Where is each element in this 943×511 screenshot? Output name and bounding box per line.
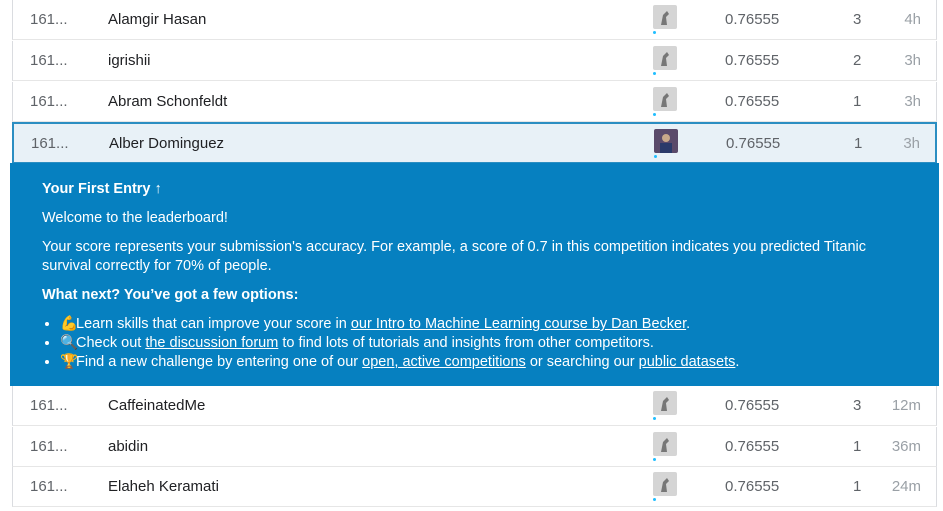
last-submission: 24m	[891, 478, 921, 495]
entries: 1	[853, 93, 862, 110]
score: 0.76555	[726, 135, 781, 152]
trophy-icon: 🏆	[60, 354, 79, 370]
team-avatar[interactable]	[653, 472, 677, 496]
score: 0.76555	[725, 478, 780, 495]
last-submission: 36m	[891, 438, 921, 455]
score: 0.76555	[725, 11, 780, 28]
last-submission: 3h	[904, 52, 921, 69]
options-list: 💪Learn skills that can improve your scor…	[42, 315, 907, 372]
rank: 161...	[30, 478, 68, 495]
option-learn: 💪Learn skills that can improve your scor…	[60, 315, 907, 334]
team-avatar[interactable]	[653, 391, 677, 415]
team-name[interactable]: Alamgir Hasan	[108, 11, 206, 28]
status-dot	[653, 72, 656, 75]
table-row[interactable]: 161... CaffeinatedMe 0.76555 3 12m	[12, 386, 937, 426]
score: 0.76555	[725, 397, 780, 414]
last-submission: 3h	[904, 93, 921, 110]
status-dot	[654, 155, 657, 158]
team-avatar[interactable]	[654, 129, 678, 153]
rank: 161...	[30, 438, 68, 455]
status-dot	[653, 31, 656, 34]
team-avatar[interactable]	[653, 5, 677, 29]
table-row[interactable]: 161... abidin 0.76555 1 36m	[12, 427, 937, 467]
rank: 161...	[30, 397, 68, 414]
forum-link[interactable]: the discussion forum	[145, 335, 278, 351]
status-dot	[653, 113, 656, 116]
entries: 3	[853, 11, 862, 28]
rank: 161...	[30, 52, 68, 69]
option-forum: 🔍Check out the discussion forum to find …	[60, 334, 907, 353]
score: 0.76555	[725, 438, 780, 455]
team-name[interactable]: abidin	[108, 438, 148, 455]
status-dot	[653, 458, 656, 461]
score: 0.76555	[725, 52, 780, 69]
team-name[interactable]: CaffeinatedMe	[108, 397, 205, 414]
entries: 3	[853, 397, 862, 414]
table-row[interactable]: 161... igrishii 0.76555 2 3h	[12, 41, 937, 81]
last-submission: 3h	[903, 135, 920, 152]
table-row[interactable]: 161... Abram Schonfeldt 0.76555 1 3h	[12, 82, 937, 122]
team-name[interactable]: Abram Schonfeldt	[108, 93, 227, 110]
magnifier-icon: 🔍	[60, 335, 79, 351]
team-name[interactable]: Alber Dominguez	[109, 135, 224, 152]
first-entry-panel: Your First Entry ↑ Welcome to the leader…	[10, 163, 939, 386]
rank: 161...	[30, 93, 68, 110]
last-submission: 4h	[904, 11, 921, 28]
option-challenge: 🏆Find a new challenge by entering one of…	[60, 353, 907, 372]
team-avatar[interactable]	[653, 46, 677, 70]
status-dot	[653, 498, 656, 501]
explain-text: Your score represents your submission's …	[42, 239, 867, 274]
entries: 1	[853, 438, 862, 455]
course-link[interactable]: our Intro to Machine Learning course by …	[351, 316, 686, 332]
team-avatar[interactable]	[653, 432, 677, 456]
arrow-up-icon: ↑	[154, 181, 162, 197]
table-row-current-user[interactable]: 161... Alber Dominguez 0.76555 1 3h	[12, 122, 937, 164]
team-avatar[interactable]	[653, 87, 677, 111]
competitions-link[interactable]: open, active competitions	[362, 354, 526, 370]
entries: 2	[853, 52, 862, 69]
rank: 161...	[30, 11, 68, 28]
score: 0.76555	[725, 93, 780, 110]
table-row[interactable]: 161... Elaheh Keramati 0.76555 1 24m	[12, 467, 937, 507]
welcome-text: Welcome to the leaderboard!	[42, 210, 228, 226]
next-heading: What next? You’ve got a few options:	[42, 287, 299, 303]
team-name[interactable]: Elaheh Keramati	[108, 478, 219, 495]
table-row[interactable]: 161... Alamgir Hasan 0.76555 3 4h	[12, 0, 937, 40]
team-name[interactable]: igrishii	[108, 52, 151, 69]
entries: 1	[853, 478, 862, 495]
rank: 161...	[31, 135, 69, 152]
status-dot	[653, 417, 656, 420]
datasets-link[interactable]: public datasets	[639, 354, 736, 370]
flexed-biceps-icon: 💪	[60, 316, 79, 332]
entries: 1	[854, 135, 863, 152]
last-submission: 12m	[891, 397, 921, 414]
panel-title: Your First Entry ↑	[42, 181, 162, 197]
